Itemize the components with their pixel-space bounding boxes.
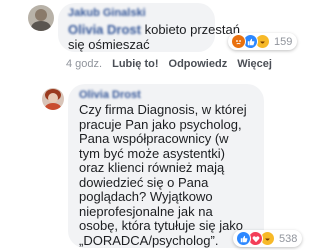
comment-line: „DORADCA/psycholog”. <box>79 232 219 248</box>
comment-author[interactable]: Jakub Ginalski <box>68 7 146 19</box>
comment-text-line1: kobieto przestań <box>144 22 240 37</box>
timestamp[interactable]: 4 godz. <box>66 58 102 70</box>
comment-line: osobę, która tytułuje się jako <box>79 218 244 233</box>
reaction-count: 538 <box>279 232 298 245</box>
reply-link[interactable]: Odpowiedz <box>169 58 228 70</box>
like-reaction-icon <box>236 231 251 246</box>
comment-line: tym być może asystentki) <box>79 145 225 161</box>
comment-line: Czy firma Diagnosis, w której <box>79 102 247 117</box>
avatar[interactable] <box>42 88 64 110</box>
comment-author[interactable]: Olivia Drost <box>79 89 141 101</box>
angry-reaction-icon <box>231 34 246 49</box>
reaction-count: 159 <box>274 35 293 48</box>
comment-actions: 4 godz. Lubię to! Odpowiedz Więcej <box>66 58 272 70</box>
reaction-summary[interactable]: 159 <box>228 33 298 50</box>
comment-line: pracuje Pan jako psycholog, <box>79 116 242 132</box>
comment-line: dowiedzieć się o Pana <box>79 174 209 190</box>
comment-line: nieprofesjonalne jak na <box>79 203 213 219</box>
reaction-summary[interactable]: 538 <box>233 230 303 247</box>
comment-text-line2: się ośmieszać <box>68 37 150 52</box>
comment-line: Pana współpracownicy (w <box>79 131 229 146</box>
avatar[interactable] <box>28 5 54 31</box>
comment-line: oraz klienci również mają <box>79 160 225 175</box>
mention-tag[interactable]: Olivia Drost <box>68 22 141 37</box>
comment-line: poglądach? Wyjątkowo <box>79 189 213 204</box>
more-link[interactable]: Więcej <box>237 58 272 70</box>
like-link[interactable]: Lubię to! <box>112 58 158 70</box>
comment-body: Czy firma Diagnosis, w której pracuje Pa… <box>79 102 247 248</box>
comment-text: Olivia Drost kobieto przestań się ośmies… <box>68 22 240 52</box>
